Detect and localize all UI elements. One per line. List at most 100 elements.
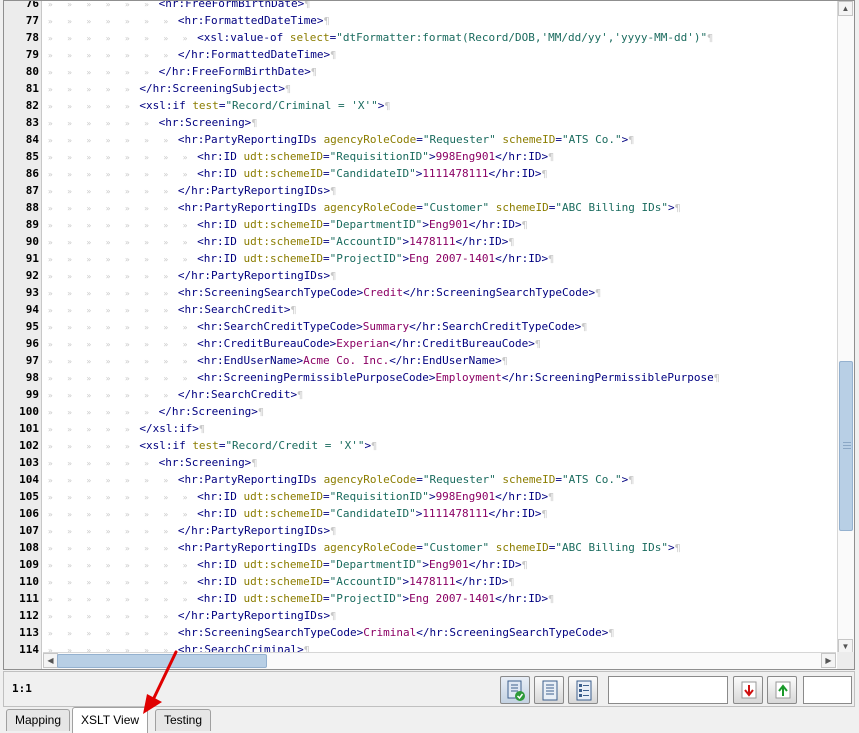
code-line[interactable]: » » » » » » » » <hr:ID udt:schemeID="Can… — [43, 165, 836, 182]
vertical-scrollbar-thumb[interactable] — [839, 361, 853, 531]
line-number: 85 — [25, 150, 39, 163]
code-line[interactable]: » » » » » » <hr:Screening>¶ — [43, 114, 836, 131]
indent-guide-icon: » — [158, 289, 178, 298]
code-line[interactable]: » » » » » » » <hr:ScreeningSearchTypeCod… — [43, 624, 836, 641]
vertical-scrollbar[interactable]: ▲ ▼ — [837, 1, 854, 654]
code-line[interactable]: » » » » » » » » <hr:ID udt:schemeID="Req… — [43, 148, 836, 165]
code-token: = — [416, 473, 423, 486]
search-input[interactable] — [608, 676, 728, 704]
code-line[interactable]: » » » » » » » » <hr:ID udt:schemeID="Req… — [43, 488, 836, 505]
indent-guide-icon: » — [81, 204, 101, 213]
line-number: 87 — [25, 184, 39, 197]
code-line[interactable]: » » » » » » </hr:FreeFormBirthDate>¶ — [43, 63, 836, 80]
code-token: <hr:FormattedDateTime> — [177, 14, 324, 27]
code-line[interactable]: » » » » » » » » <hr:ID udt:schemeID="Dep… — [43, 216, 836, 233]
find-previous-button[interactable] — [767, 676, 797, 704]
code-line[interactable]: » » » » » » » </hr:FormattedDateTime>¶ — [43, 46, 836, 63]
code-line[interactable]: » » » » » » » </hr:PartyReportingIDs>¶ — [43, 182, 836, 199]
code-line[interactable]: » » » » » » » » <hr:ID udt:schemeID="Can… — [43, 505, 836, 522]
indent-guide-icon: » — [177, 493, 198, 502]
code-line[interactable]: » » » » » » » » <hr:SearchCreditTypeCode… — [43, 318, 836, 335]
code-token: Eng 2007-1401 — [409, 252, 496, 265]
code-line[interactable]: » » » » » » <hr:FreeFormBirthDate>¶ — [43, 1, 836, 12]
code-line[interactable]: » » » » » » » » <hr:ScreeningPermissible… — [43, 369, 836, 386]
find-next-button[interactable] — [733, 676, 763, 704]
indent-guide-icon: » — [43, 544, 63, 553]
indent-guide-icon: » — [120, 289, 140, 298]
code-token: <xsl:if — [139, 439, 193, 452]
indent-guide-icon: » — [158, 306, 178, 315]
indent-guide-icon: » — [120, 272, 140, 281]
code-token: Criminal — [363, 626, 417, 639]
document-outline-button[interactable] — [568, 676, 598, 704]
indent-guide-icon: » — [62, 510, 82, 519]
code-token: </hr:ID> — [488, 167, 542, 180]
code-line[interactable]: » » » » » » » <hr:PartyReportingIDs agen… — [43, 131, 836, 148]
code-token: <hr:ID — [197, 252, 244, 265]
indent-guide-icon: » — [158, 170, 178, 179]
indent-guide-icon: » — [120, 510, 140, 519]
code-line[interactable]: » » » » » » » </hr:PartyReportingIDs>¶ — [43, 607, 836, 624]
scroll-left-arrow-icon[interactable]: ◀ — [43, 653, 58, 668]
validate-button[interactable] — [500, 676, 530, 704]
code-token: udt:schemeID — [243, 167, 323, 180]
code-line[interactable]: » » » » » » » » <hr:ID udt:schemeID="Pro… — [43, 590, 836, 607]
code-line[interactable]: » » » » » » » » <hr:ID udt:schemeID="Pro… — [43, 250, 836, 267]
code-line[interactable]: » » » » » » » » <hr:ID udt:schemeID="Dep… — [43, 556, 836, 573]
indent-guide-icon: » — [43, 204, 63, 213]
tab-xslt-view[interactable]: XSLT View — [72, 707, 149, 733]
indent-guide-icon: » — [139, 391, 159, 400]
indent-guide-icon: » — [100, 493, 121, 502]
indent-guide-icon: » — [43, 595, 63, 604]
code-line[interactable]: » » » » » » » » <hr:ID udt:schemeID="Acc… — [43, 233, 836, 250]
indent-guide-icon: » — [158, 204, 178, 213]
code-line[interactable]: » » » » » </xsl:if>¶ — [43, 420, 836, 437]
code-line[interactable]: » » » » » </hr:ScreeningSubject>¶ — [43, 80, 836, 97]
code-line[interactable]: » » » » » » » <hr:SearchCredit>¶ — [43, 301, 836, 318]
indent-guide-icon: » — [177, 170, 198, 179]
indent-guide-icon: » — [62, 136, 82, 145]
code-line[interactable]: » » » » » <xsl:if test="Record/Criminal … — [43, 97, 836, 114]
code-line[interactable]: » » » » » » » <hr:PartyReportingIDs agen… — [43, 471, 836, 488]
code-line[interactable]: » » » » » » » </hr:PartyReportingIDs>¶ — [43, 522, 836, 539]
indent-guide-icon: » — [100, 68, 121, 77]
code-token: "ProjectID" — [329, 252, 403, 265]
end-of-line-marker-icon: ¶ — [297, 390, 304, 401]
code-line[interactable]: » » » » » » </hr:Screening>¶ — [43, 403, 836, 420]
code-line[interactable]: » » » » » » » » <hr:CreditBureauCode>Exp… — [43, 335, 836, 352]
code-token: <hr:ID — [197, 490, 244, 503]
code-area[interactable]: » » » » » » <hr:FreeFormBirthDate>¶ » » … — [43, 1, 836, 652]
indent-guide-icon: » — [81, 493, 101, 502]
code-line[interactable]: » » » » » » » » <hr:EndUserName>Acme Co.… — [43, 352, 836, 369]
code-line[interactable]: » » » » » <xsl:if test="Record/Credit = … — [43, 437, 836, 454]
document-view-button[interactable] — [534, 676, 564, 704]
indent-guide-icon: » — [139, 221, 159, 230]
code-line[interactable]: » » » » » » » </hr:SearchCredit>¶ — [43, 386, 836, 403]
code-line[interactable]: » » » » » » » <hr:PartyReportingIDs agen… — [43, 199, 836, 216]
indent-guide-icon: » — [120, 374, 140, 383]
indent-guide-icon: » — [43, 442, 63, 451]
end-of-line-marker-icon: ¶ — [608, 628, 615, 639]
code-line[interactable]: » » » » » » » <hr:ScreeningSearchTypeCod… — [43, 284, 836, 301]
scroll-right-arrow-icon[interactable]: ▶ — [821, 653, 836, 668]
indent-guide-icon: » — [177, 238, 198, 247]
indent-guide-icon: » — [81, 289, 101, 298]
line-number: 96 — [25, 337, 39, 350]
code-line[interactable]: » » » » » » » » <hr:ID udt:schemeID="Acc… — [43, 573, 836, 590]
indent-guide-icon: » — [81, 408, 101, 417]
code-line[interactable]: » » » » » » » <hr:PartyReportingIDs agen… — [43, 539, 836, 556]
code-token: Eng901 — [428, 558, 469, 571]
code-token: > — [667, 201, 675, 214]
indent-guide-icon: » — [120, 136, 140, 145]
indent-guide-icon: » — [62, 34, 82, 43]
secondary-input[interactable] — [803, 676, 852, 704]
tab-mapping[interactable]: Mapping — [6, 709, 71, 731]
code-line[interactable]: » » » » » » <hr:Screening>¶ — [43, 454, 836, 471]
indent-guide-icon: » — [139, 51, 159, 60]
code-line[interactable]: » » » » » » » » <xsl:value-of select="dt… — [43, 29, 836, 46]
code-line[interactable]: » » » » » » » <hr:FormattedDateTime>¶ — [43, 12, 836, 29]
end-of-line-marker-icon: ¶ — [508, 577, 515, 588]
code-line[interactable]: » » » » » » » </hr:PartyReportingIDs>¶ — [43, 267, 836, 284]
xslt-code-editor[interactable]: 76 77 78 79 80 81 82 83 84 85 86 87 88 89 90 91 92 93 94 95… — [3, 0, 855, 670]
scroll-up-arrow-icon[interactable]: ▲ — [838, 1, 853, 16]
